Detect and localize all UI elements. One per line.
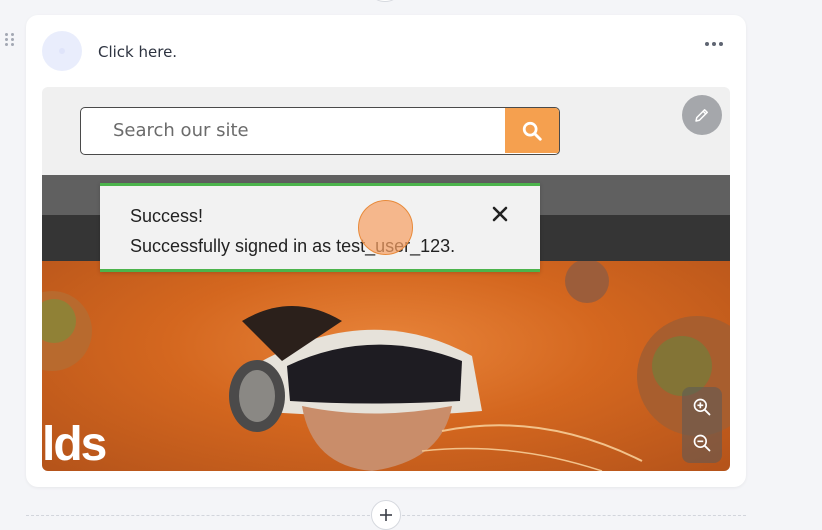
hero-image: lds — [42, 261, 730, 471]
zoom-out-button[interactable] — [688, 429, 716, 457]
add-step-button[interactable] — [371, 500, 401, 530]
avatar — [42, 31, 82, 71]
hero-illustration — [42, 261, 730, 471]
zoom-controls — [682, 387, 722, 463]
search-input[interactable] — [81, 108, 505, 153]
edit-button[interactable] — [682, 95, 722, 135]
hero-headline-fragment: lds — [42, 418, 107, 471]
search-icon — [522, 121, 542, 141]
drag-handle-icon[interactable] — [5, 33, 15, 47]
top-add-block-button[interactable] — [372, 0, 398, 2]
plus-icon — [380, 509, 392, 521]
search-button[interactable] — [505, 108, 559, 153]
click-indicator — [358, 200, 413, 255]
step-title[interactable]: Click here. — [98, 43, 177, 61]
zoom-in-icon — [693, 398, 711, 416]
pencil-icon — [695, 109, 708, 122]
search-bar — [80, 107, 560, 155]
zoom-out-icon — [693, 434, 711, 452]
screenshot-preview: lds — [42, 87, 730, 471]
more-horizontal-icon[interactable] — [704, 37, 726, 51]
success-toast: Success! Successfully signed in as test_… — [100, 183, 540, 272]
toast-title: Success! — [130, 206, 204, 226]
zoom-in-button[interactable] — [688, 393, 716, 421]
close-icon[interactable] — [489, 202, 511, 226]
